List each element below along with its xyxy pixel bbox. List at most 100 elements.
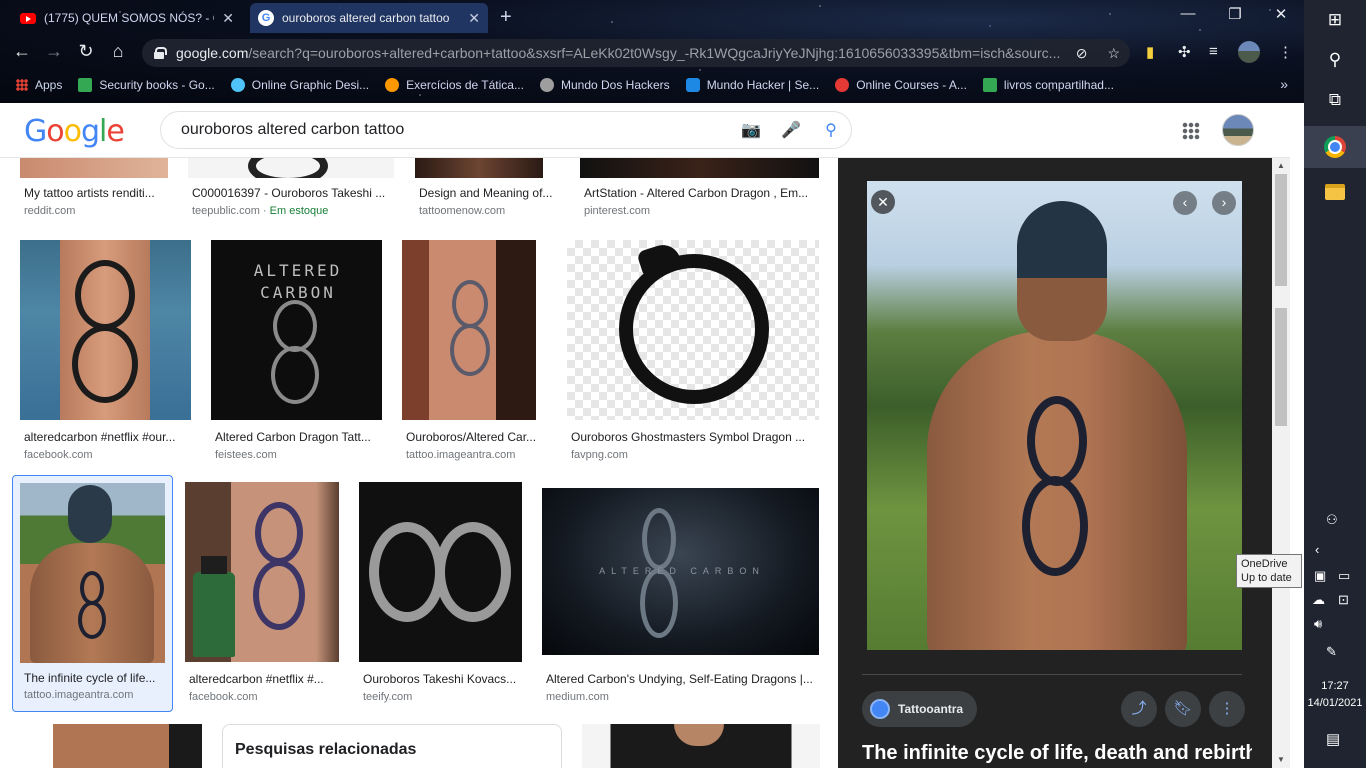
close-window-button[interactable]: ✕ <box>1258 5 1304 23</box>
task-view-icon[interactable]: ⧉ <box>1304 90 1366 110</box>
account-avatar[interactable] <box>1222 114 1254 146</box>
scrollbar-thumb[interactable] <box>1275 308 1287 426</box>
search-icon[interactable]: ⚲ <box>1304 50 1366 70</box>
google-apps-icon[interactable] <box>1182 122 1200 140</box>
bookmark-security-books[interactable]: Security books - Go... <box>78 78 215 92</box>
result-source[interactable]: feistees.com <box>215 449 277 461</box>
result-thumbnail[interactable] <box>188 158 394 178</box>
result-thumbnail[interactable] <box>359 482 522 662</box>
new-tab-button[interactable]: + <box>500 6 512 29</box>
network-icon[interactable]: ⊡ <box>1338 592 1349 608</box>
result-caption[interactable]: ArtStation - Altered Carbon Dragon , Em.… <box>584 186 818 200</box>
result-card[interactable]: Design and Meaning of... tattoomenow.com <box>415 158 560 217</box>
result-card[interactable]: Ouroboros Takeshi Kovacs... teeify.com <box>359 482 527 707</box>
result-thumbnail[interactable] <box>415 158 543 178</box>
result-source[interactable]: favpng.com <box>571 449 628 461</box>
source-chip[interactable]: Tattooantra <box>862 691 978 727</box>
people-icon[interactable]: ⚇ <box>1326 512 1338 528</box>
search-box[interactable]: ouroboros altered carbon tattoo 📷 🎤 ⚲ <box>160 111 852 149</box>
preview-image[interactable] <box>867 181 1242 650</box>
google-logo[interactable]: Google <box>24 114 125 149</box>
result-card[interactable] <box>582 724 820 768</box>
result-caption[interactable]: alteredcarbon #netflix #our... <box>24 430 192 444</box>
forward-button[interactable]: → <box>42 41 66 62</box>
scrollbar-thumb[interactable] <box>1275 174 1287 286</box>
result-caption[interactable]: Altered Carbon Dragon Tatt... <box>215 430 383 444</box>
result-card[interactable]: Ouroboros Ghostmasters Symbol Dragon ...… <box>567 240 820 465</box>
bookmark-button[interactable]: 🔖︎ <box>1165 691 1201 727</box>
onedrive-cloud-icon[interactable]: ☁ <box>1312 592 1325 608</box>
result-caption[interactable]: Ouroboros Ghostmasters Symbol Dragon ... <box>571 430 819 444</box>
bookmark-graphic-design[interactable]: Online Graphic Desi... <box>230 78 369 92</box>
preview-title[interactable]: The infinite cycle of life, death and re… <box>862 742 1252 765</box>
clock-date[interactable]: 14/01/2021 <box>1304 697 1366 709</box>
media-queue-icon[interactable]: ≡ <box>1209 43 1218 60</box>
result-caption[interactable]: Design and Meaning of... <box>419 186 559 200</box>
result-source[interactable]: reddit.com <box>24 205 75 217</box>
back-button[interactable]: ← <box>10 41 34 62</box>
camera-icon[interactable]: 📷 <box>731 120 771 140</box>
bookmark-mundo-dos-hackers[interactable]: Mundo Dos Hackers <box>539 78 670 92</box>
result-card[interactable]: alteredcarbon #netflix #... facebook.com <box>185 482 345 707</box>
restore-button[interactable]: ❐ <box>1212 5 1258 23</box>
result-thumbnail[interactable] <box>402 240 536 420</box>
result-card[interactable]: My tattoo artists renditi... reddit.com <box>20 158 170 217</box>
result-card-selected[interactable]: The infinite cycle of life... tattoo.ima… <box>12 475 173 712</box>
next-image-button[interactable]: › <box>1212 191 1236 215</box>
result-thumbnail[interactable]: ALTERED CARBON <box>211 240 382 420</box>
result-thumbnail[interactable] <box>20 158 168 178</box>
result-card[interactable] <box>20 724 202 768</box>
result-card[interactable]: Ouroboros/Altered Car... tattoo.imageant… <box>402 240 550 465</box>
reload-button[interactable]: ↻ <box>74 41 98 62</box>
menu-kebab-icon[interactable]: ⋮ <box>1278 43 1293 61</box>
search-input[interactable]: ouroboros altered carbon tattoo <box>181 121 731 139</box>
eye-slash-icon[interactable]: ⊘ <box>1076 45 1088 62</box>
file-explorer-button[interactable] <box>1304 180 1366 206</box>
page-scrollbar[interactable]: ▲ ▼ <box>1272 158 1290 768</box>
tab-google-search[interactable]: G ouroboros altered carbon tattoo ✕ <box>250 3 488 33</box>
result-source[interactable]: tattoomenow.com <box>419 205 505 217</box>
result-card[interactable]: ALTERED CARBON Altered Carbon's Undying,… <box>542 488 820 707</box>
windows-start-icon[interactable]: ⊞ <box>1304 10 1366 30</box>
result-caption[interactable]: Altered Carbon's Undying, Self-Eating Dr… <box>546 672 818 686</box>
bookmark-mundo-hacker[interactable]: Mundo Hacker | Se... <box>685 78 819 92</box>
result-caption[interactable]: My tattoo artists renditi... <box>24 186 170 200</box>
scroll-down-arrow-icon[interactable]: ▼ <box>1272 752 1290 768</box>
previous-image-button[interactable]: ‹ <box>1173 191 1197 215</box>
share-button[interactable]: ⤴ <box>1121 691 1157 727</box>
result-source[interactable]: teepublic.com · Em estoque <box>192 205 328 217</box>
search-icon[interactable]: ⚲ <box>811 120 851 140</box>
bookmark-apps[interactable]: Apps <box>16 78 62 92</box>
result-thumbnail[interactable] <box>580 158 819 178</box>
scroll-up-arrow-icon[interactable]: ▲ <box>1272 158 1290 174</box>
extension-icon[interactable]: ▮ <box>1146 43 1154 61</box>
result-thumbnail[interactable] <box>582 724 820 768</box>
bookmark-livros[interactable]: livros compartilhad... <box>982 78 1114 92</box>
result-caption[interactable]: alteredcarbon #netflix #... <box>189 672 339 686</box>
microphone-icon[interactable]: 🎤 <box>771 120 811 140</box>
result-card[interactable]: ArtStation - Altered Carbon Dragon , Em.… <box>580 158 820 217</box>
chrome-taskbar-button[interactable] <box>1304 126 1366 168</box>
pen-icon[interactable]: ✎ <box>1326 644 1337 660</box>
more-options-button[interactable]: ⋮ <box>1209 691 1245 727</box>
bookmark-online-courses[interactable]: Online Courses - A... <box>835 78 967 92</box>
profile-avatar[interactable] <box>1238 41 1260 63</box>
result-caption[interactable]: Ouroboros/Altered Car... <box>406 430 546 444</box>
more-bookmarks-icon[interactable]: » <box>1280 76 1288 92</box>
result-thumbnail[interactable]: ALTERED CARBON <box>542 488 819 655</box>
result-caption[interactable]: Ouroboros Takeshi Kovacs... <box>363 672 523 686</box>
close-icon[interactable]: ✕ <box>222 10 234 27</box>
notification-icon[interactable]: ▤ <box>1326 730 1340 748</box>
puzzle-icon[interactable]: ✣ <box>1178 43 1191 61</box>
result-source[interactable]: facebook.com <box>189 691 257 703</box>
result-source[interactable]: facebook.com <box>24 449 92 461</box>
result-thumbnail[interactable] <box>185 482 339 662</box>
result-card[interactable]: C000016397 - Ouroboros Takeshi ... teepu… <box>188 158 398 217</box>
result-thumbnail[interactable] <box>567 240 819 420</box>
tab-youtube[interactable]: (1775) QUEM SOMOS NÓS? - Co ✕ <box>12 6 242 30</box>
result-source[interactable]: pinterest.com <box>584 205 650 217</box>
close-icon[interactable]: ✕ <box>468 10 480 27</box>
battery-icon[interactable]: ▭ <box>1338 568 1350 584</box>
clock-time[interactable]: 17:27 <box>1304 680 1366 692</box>
result-thumbnail[interactable] <box>20 724 202 768</box>
